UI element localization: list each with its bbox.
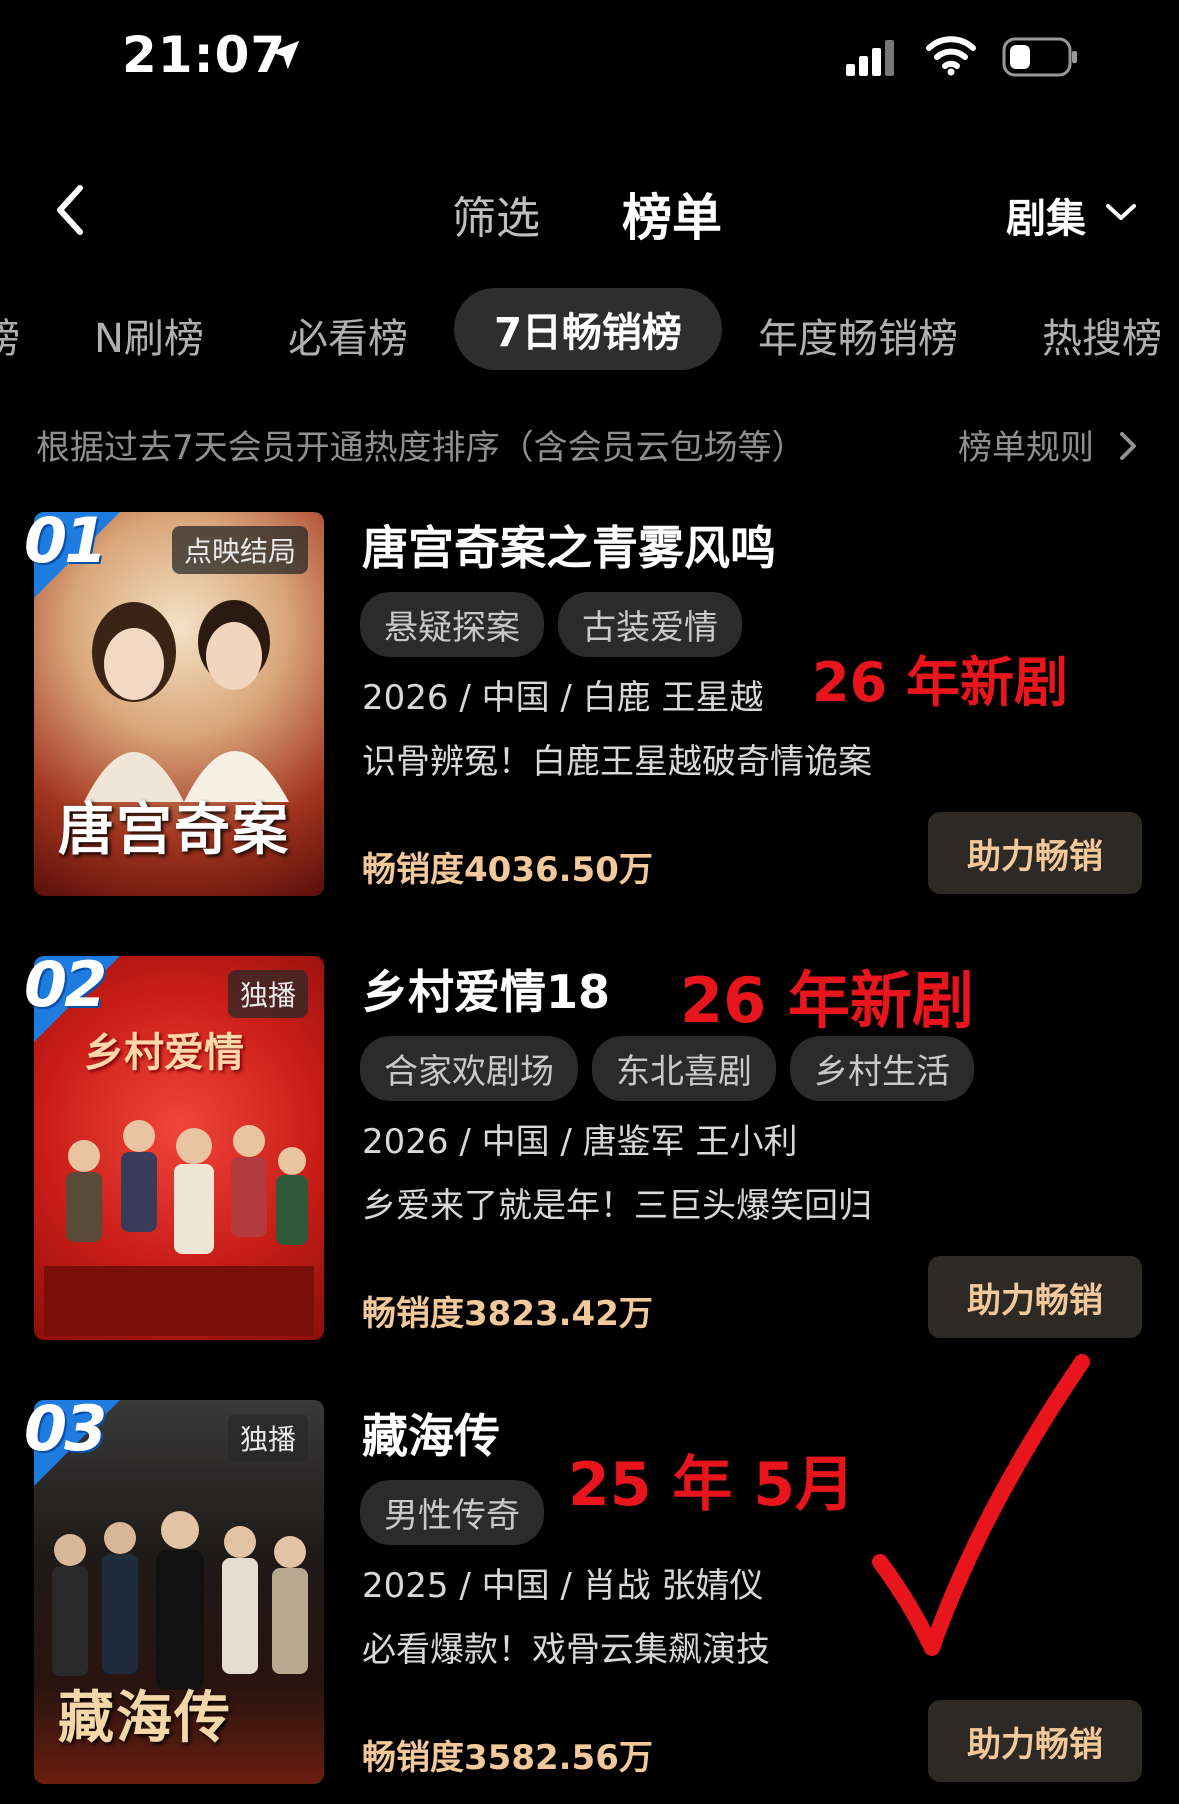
item-description: 识骨辨冤！白鹿王星越破奇情诡案: [362, 742, 872, 782]
poster-figures-art: [44, 1120, 314, 1336]
tag[interactable]: 古装爱情: [558, 592, 742, 657]
boost-sales-button[interactable]: 助力畅销: [928, 812, 1142, 894]
rank-number: 02: [24, 948, 107, 1021]
wifi-icon: [926, 36, 976, 76]
battery-icon: [1002, 37, 1077, 77]
poster-title-art: 乡村爱情: [84, 1030, 244, 1076]
handwritten-annotation: 26 年新剧: [812, 651, 1068, 714]
tab-n-rewatch[interactable]: N刷榜: [94, 306, 204, 364]
item-description: 乡爱来了就是年！三巨头爆笑回归: [362, 1186, 872, 1226]
ranking-description: 根据过去7天会员开通热度排序（含会员云包场等）: [36, 428, 806, 468]
tag[interactable]: 悬疑探案: [360, 592, 544, 657]
tag-list: 合家欢剧场 东北喜剧 乡村生活: [360, 1036, 974, 1101]
nav-tab-filter[interactable]: 筛选: [452, 182, 540, 246]
sales-score: 畅销度3582.56万: [362, 1738, 653, 1778]
item-title[interactable]: 藏海传: [362, 1400, 500, 1466]
back-arrow-icon[interactable]: [50, 180, 90, 240]
handwritten-annotation: 26 年新剧: [680, 964, 974, 1037]
item-meta: 2025 / 中国 / 肖战 张婧仪: [362, 1566, 764, 1606]
sales-score: 畅销度4036.50万: [362, 850, 653, 890]
cellular-signal-icon: [846, 40, 894, 76]
rank-number: 03: [24, 1392, 107, 1465]
tag[interactable]: 男性传奇: [360, 1480, 544, 1545]
status-time: 21:07: [122, 26, 287, 84]
poster-badge: 独播: [227, 970, 308, 1018]
ranking-rules-link[interactable]: 榜单规则: [958, 420, 1094, 469]
tab-hot-search[interactable]: 热搜榜: [1042, 306, 1162, 364]
handwritten-annotation: 25 年 5月: [568, 1450, 856, 1520]
poster-badge: 点映结局: [171, 526, 308, 574]
list-item[interactable]: 点映结局 唐宫奇案 01 唐宫奇案之青雾风鸣 悬疑探案 古装爱情 2026 / …: [0, 504, 1179, 912]
poster-badge: 独播: [227, 1414, 308, 1462]
item-title[interactable]: 乡村爱情18: [362, 956, 610, 1022]
tag[interactable]: 东北喜剧: [592, 1036, 776, 1101]
item-title[interactable]: 唐宫奇案之青雾风鸣: [362, 512, 776, 578]
tab-annual-bestseller[interactable]: 年度畅销榜: [758, 306, 958, 364]
chevron-down-icon[interactable]: [1104, 200, 1138, 224]
tag[interactable]: 合家欢剧场: [360, 1036, 578, 1101]
tag[interactable]: 乡村生活: [790, 1036, 974, 1101]
tag-list: 男性传奇: [360, 1480, 544, 1545]
item-meta: 2026 / 中国 / 唐鉴军 王小利: [362, 1122, 798, 1162]
poster-figures-art: [84, 600, 289, 802]
rank-number: 01: [24, 504, 107, 577]
tag-list: 悬疑探案 古装爱情: [360, 592, 742, 657]
poster-title-art: 唐宫奇案: [58, 797, 290, 863]
nav-tab-rankings[interactable]: 榜单: [622, 178, 722, 250]
checkmark-annotation-icon: [872, 1354, 1090, 1656]
list-item[interactable]: 独播 乡村爱情 02 乡村爱情18 合家欢剧场 东北喜剧 乡村生活 2026 /…: [0, 948, 1179, 1356]
location-arrow-icon: [270, 40, 300, 70]
item-meta: 2026 / 中国 / 白鹿 王星越: [362, 678, 764, 718]
chevron-right-icon[interactable]: [1118, 430, 1138, 462]
tab-partial[interactable]: 榜: [0, 306, 20, 364]
tab-7day-bestseller[interactable]: 7日畅销榜: [454, 288, 722, 370]
tab-must-watch[interactable]: 必看榜: [288, 306, 408, 364]
boost-sales-button[interactable]: 助力畅销: [928, 1256, 1142, 1338]
sales-score: 畅销度3823.42万: [362, 1294, 653, 1334]
category-dropdown[interactable]: 剧集: [1006, 186, 1086, 244]
item-description: 必看爆款！戏骨云集飙演技: [362, 1630, 770, 1670]
poster-title-art: 藏海传: [58, 1685, 232, 1751]
boost-sales-button[interactable]: 助力畅销: [928, 1700, 1142, 1782]
